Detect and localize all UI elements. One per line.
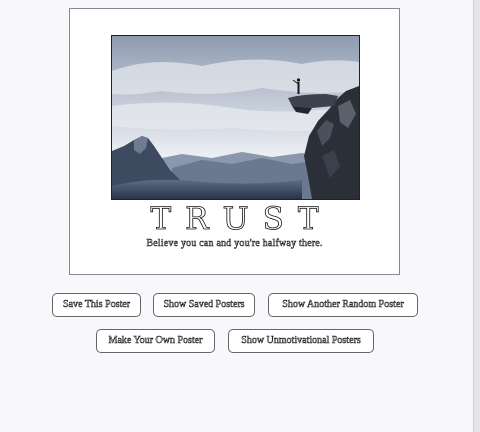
poster-subtitle: Believe you can and you're halfway there… [146,238,323,250]
save-poster-button[interactable]: Save This Poster [52,293,141,317]
show-random-poster-button[interactable]: Show Another Random Poster [268,293,418,317]
show-saved-posters-button[interactable]: Show Saved Posters [153,293,255,317]
show-unmotivational-posters-button[interactable]: Show Unmotivational Posters [228,329,374,353]
make-own-poster-button[interactable]: Make Your Own Poster [96,329,215,353]
poster-title: TRUST [150,201,333,238]
scrollbar[interactable] [473,0,480,432]
poster-image [111,35,360,200]
poster: TRUST Believe you can and you're halfway… [69,8,400,275]
